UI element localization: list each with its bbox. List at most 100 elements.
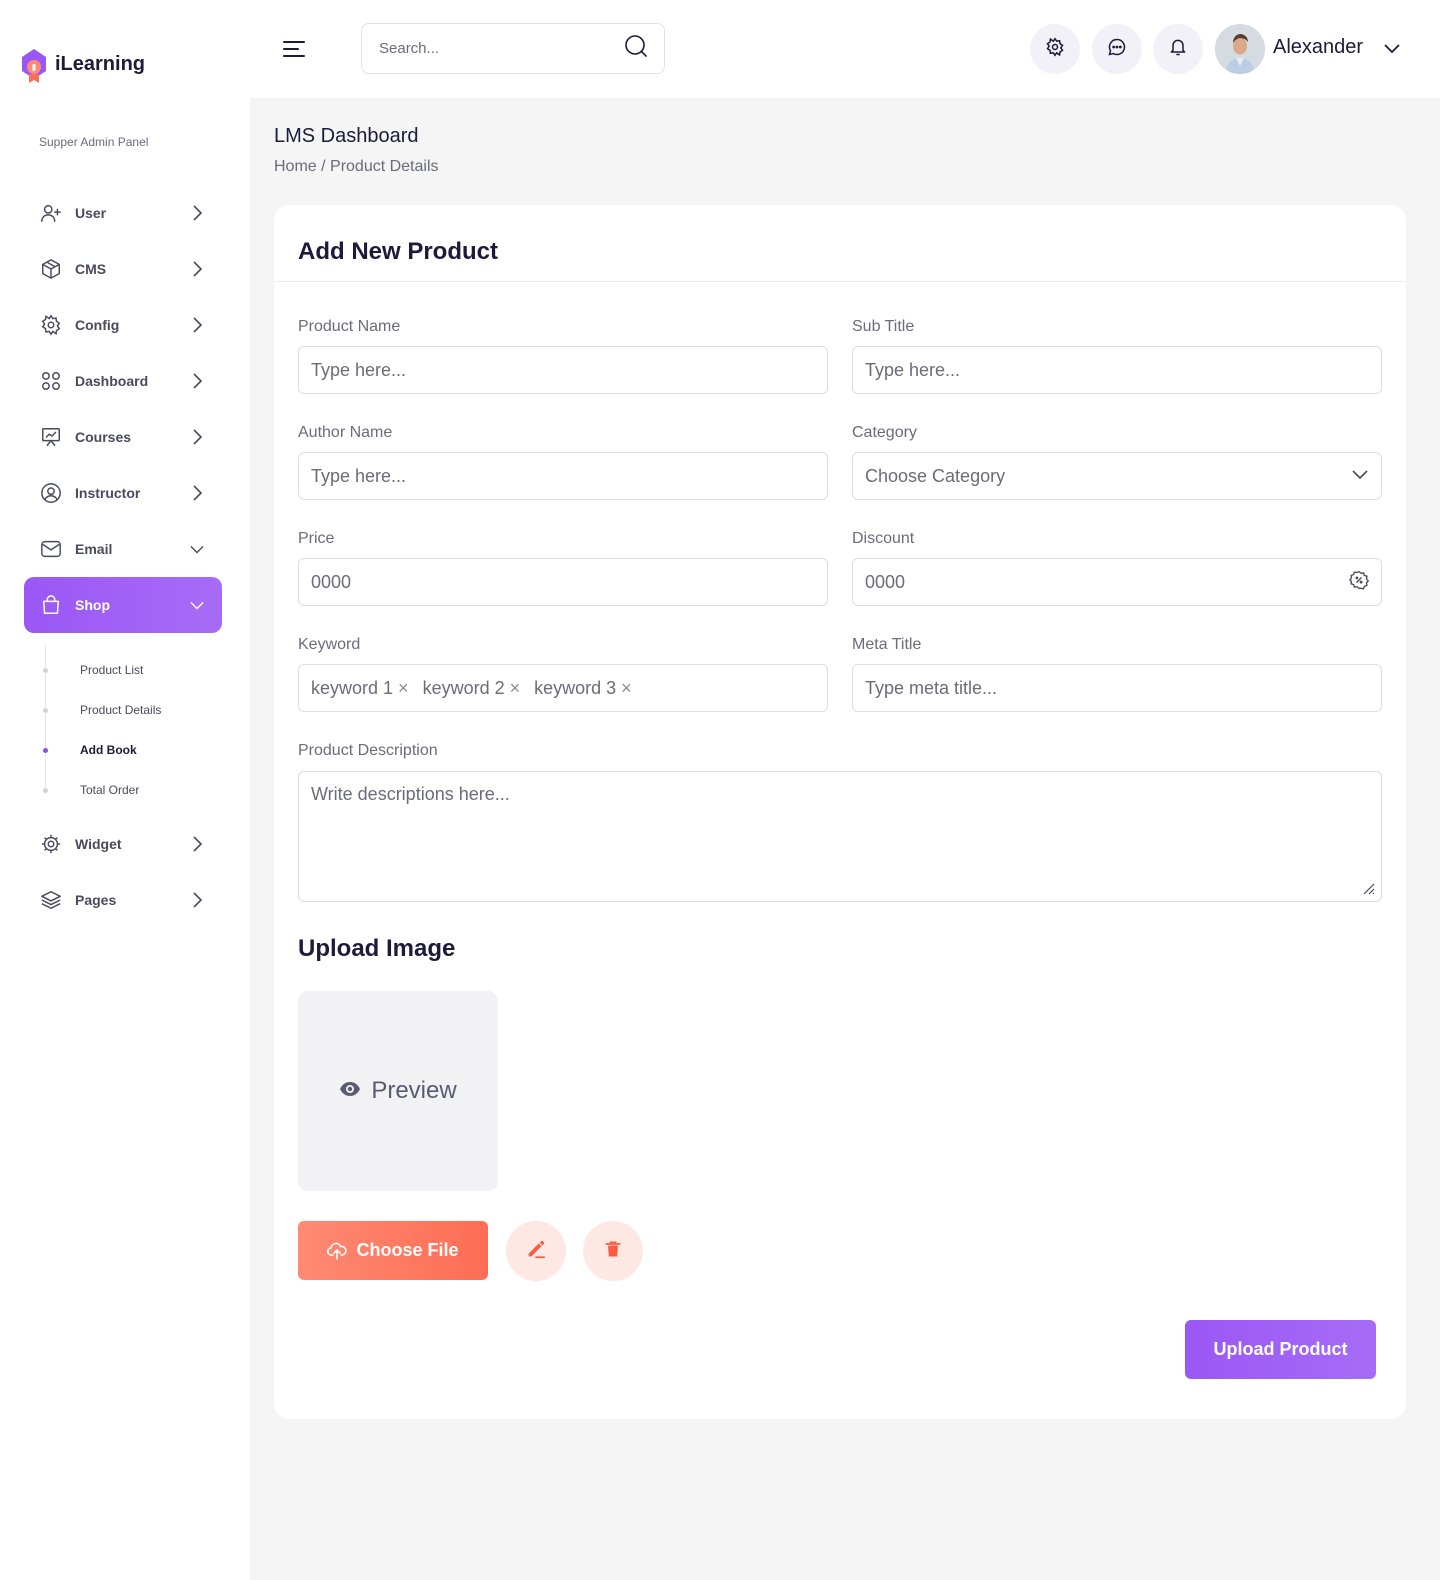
sidebar-item-config[interactable]: Config (24, 297, 222, 353)
sidebar-item-label: Courses (75, 429, 132, 445)
sub-title-field (852, 346, 1382, 394)
discount-input[interactable] (865, 571, 1349, 593)
keyword-tag-label: keyword 2 (422, 677, 505, 698)
close-icon[interactable]: × (621, 678, 632, 699)
avatar[interactable] (1215, 24, 1265, 74)
trash-icon (603, 1239, 623, 1264)
sidebar-item-cms[interactable]: CMS (24, 241, 222, 297)
mail-icon (40, 538, 62, 560)
chevron-right-icon (190, 429, 204, 445)
breadcrumb: Home / Product Details (274, 158, 439, 175)
upload-product-button[interactable]: Upload Product (1185, 1320, 1376, 1379)
preview-label: Preview (371, 1077, 457, 1104)
meta-title-field (852, 664, 1382, 712)
chevron-down-icon (190, 542, 204, 556)
category-select[interactable]: Choose Category (852, 452, 1382, 500)
shop-submenu: Product List Product Details Add Book To… (24, 633, 222, 816)
keyword-tag: keyword 2 × (423, 678, 521, 699)
choose-file-label: Choose File (356, 1240, 459, 1260)
sidebar: iLearning Supper Admin Panel User CMS Co… (0, 0, 250, 1580)
sidebar-item-dashboard[interactable]: Dashboard (24, 353, 222, 409)
discount-label: Discount (852, 530, 915, 547)
search-box (361, 23, 665, 74)
product-name-field (298, 346, 828, 394)
sub-title-label: Sub Title (852, 318, 915, 335)
sub-title-input[interactable] (865, 359, 1369, 381)
widget-icon (40, 833, 62, 855)
chevron-down-icon (1351, 467, 1369, 485)
upload-product-label: Upload Product (1213, 1339, 1348, 1359)
search-input[interactable] (379, 40, 624, 57)
chat-icon (1107, 37, 1127, 62)
sidebar-item-shop[interactable]: Shop (24, 577, 222, 633)
sidebar-item-instructor[interactable]: Instructor (24, 465, 222, 521)
author-name-input[interactable] (311, 465, 815, 487)
submenu-label: Add Book (80, 743, 137, 757)
meta-title-input[interactable] (865, 677, 1369, 699)
chevron-right-icon (190, 317, 204, 333)
resize-handle-icon[interactable] (1361, 881, 1375, 895)
price-input[interactable] (311, 571, 815, 593)
search-icon[interactable] (624, 34, 648, 63)
page-title: LMS Dashboard (274, 125, 419, 147)
sidebar-item-pages[interactable]: Pages (24, 872, 222, 928)
sidebar-item-email[interactable]: Email (24, 521, 222, 577)
description-label: Product Description (298, 742, 438, 759)
sidebar-item-label: Dashboard (75, 373, 149, 389)
card-title: Add New Product (298, 238, 499, 265)
settings-button[interactable] (1030, 24, 1080, 74)
sidebar-item-user[interactable]: User (24, 185, 222, 241)
menu-toggle-icon[interactable] (283, 40, 305, 58)
chevron-down-icon (190, 598, 204, 612)
user-circle-icon (40, 482, 62, 504)
user-name[interactable]: Alexander (1273, 36, 1363, 59)
sidebar-item-label: CMS (75, 261, 107, 277)
chevron-right-icon (190, 892, 204, 908)
chevron-down-icon[interactable] (1383, 41, 1401, 55)
close-icon[interactable]: × (510, 678, 521, 699)
author-name-label: Author Name (298, 424, 393, 441)
choose-file-button[interactable]: Choose File (298, 1221, 488, 1280)
user-plus-icon (40, 202, 62, 224)
discount-badge-icon (1348, 570, 1370, 595)
delete-image-button[interactable] (583, 1221, 643, 1281)
brand-name: iLearning (55, 52, 146, 75)
keyword-tag-label: keyword 1 (311, 677, 394, 698)
messages-button[interactable] (1092, 24, 1142, 74)
notifications-button[interactable] (1153, 24, 1203, 74)
submenu-dot (43, 667, 48, 673)
sidebar-item-label: Shop (75, 597, 110, 613)
meta-title-label: Meta Title (852, 636, 922, 653)
keyword-tag: keyword 1 × (311, 678, 409, 699)
brand-logo[interactable]: iLearning (19, 47, 145, 85)
upload-cloud-icon (327, 1242, 348, 1260)
description-textarea[interactable]: Write descriptions here... (298, 771, 1382, 902)
eye-icon (339, 1081, 361, 1102)
panel-label: Supper Admin Panel (39, 135, 149, 149)
edit-image-button[interactable] (506, 1221, 566, 1281)
sidebar-nav: User CMS Config Dashboard Courses Instru… (24, 185, 222, 928)
upload-image-title: Upload Image (298, 935, 456, 962)
product-name-label: Product Name (298, 318, 401, 335)
logo-icon (19, 47, 49, 85)
chevron-right-icon (190, 485, 204, 501)
grid-icon (40, 370, 62, 392)
sidebar-item-widget[interactable]: Widget (24, 816, 222, 872)
shopping-bag-icon (40, 594, 62, 616)
keyword-field[interactable]: keyword 1 × keyword 2 × keyword 3 × (298, 664, 828, 712)
sidebar-item-label: Email (75, 541, 113, 557)
chevron-right-icon (190, 261, 204, 277)
sidebar-item-label: Instructor (75, 485, 141, 501)
sidebar-item-label: Pages (75, 892, 117, 908)
submenu-dot (43, 787, 48, 793)
keyword-tag: keyword 3 × (534, 678, 632, 699)
chevron-right-icon (190, 373, 204, 389)
close-icon[interactable]: × (398, 678, 409, 699)
chevron-right-icon (190, 836, 204, 852)
discount-field (852, 558, 1382, 606)
image-preview: Preview (298, 991, 498, 1191)
product-name-input[interactable] (311, 359, 815, 381)
keyword-label: Keyword (298, 636, 361, 653)
sidebar-item-courses[interactable]: Courses (24, 409, 222, 465)
submenu-label: Total Order (80, 783, 140, 797)
